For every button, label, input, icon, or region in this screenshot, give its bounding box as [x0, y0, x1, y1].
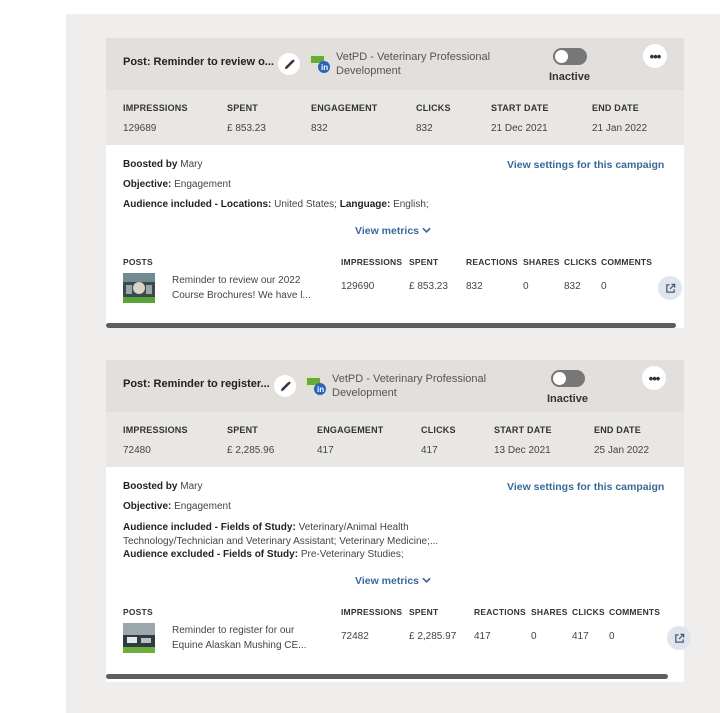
- column-header: CLICKS: [572, 607, 605, 617]
- stat-label: END DATE: [592, 103, 639, 113]
- column-header: SHARES: [523, 257, 560, 267]
- edit-button[interactable]: [274, 375, 296, 397]
- stat-label: SPENT: [227, 425, 259, 435]
- column-header: IMPRESSIONS: [341, 607, 403, 617]
- campaign-status-toggle[interactable]: [551, 370, 585, 387]
- boosted-by: Boosted by Mary: [123, 159, 203, 170]
- stat-value: 21 Jan 2022: [592, 123, 648, 134]
- column-header: COMMENTS: [609, 607, 661, 617]
- stat-label: ENGAGEMENT: [317, 425, 384, 435]
- stat-label: END DATE: [594, 425, 641, 435]
- stat-value: 129689: [123, 123, 157, 134]
- stat-label: IMPRESSIONS: [123, 425, 188, 435]
- organization-name: VetPD - Veterinary Professional Developm…: [336, 51, 491, 77]
- objective: Objective: Engagement: [123, 179, 231, 190]
- stat-value: 417: [421, 445, 438, 456]
- post-comments: 0: [601, 281, 607, 292]
- view-metrics-button[interactable]: View metrics: [355, 575, 431, 587]
- campaign-card: Post: Reminder to register... in VetPD -…: [106, 360, 691, 682]
- stat-value: 832: [416, 123, 433, 134]
- stat-label: SPENT: [227, 103, 259, 113]
- post-spent: £ 2,285.97: [409, 631, 457, 642]
- stat-value: £ 853.23: [227, 123, 266, 134]
- campaign-card: Post: Reminder to review o... in VetPD -…: [106, 38, 684, 328]
- campaign-header: Post: Reminder to register... in VetPD -…: [106, 360, 684, 412]
- pencil-icon: [284, 58, 295, 69]
- status-label: Inactive: [547, 393, 588, 405]
- column-header: POSTS: [123, 257, 153, 267]
- post-shares: 0: [531, 631, 537, 642]
- objective: Objective: Engagement: [123, 501, 231, 512]
- post-thumbnail[interactable]: [123, 623, 155, 653]
- stat-value: 72480: [123, 445, 151, 456]
- view-settings-link[interactable]: View settings for this campaign: [507, 159, 664, 171]
- column-header: COMMENTS: [601, 257, 653, 267]
- campaign-title[interactable]: Post: Reminder to register...: [123, 378, 270, 390]
- stat-label: CLICKS: [416, 103, 451, 113]
- column-header: SHARES: [531, 607, 568, 617]
- stat-label: ENGAGEMENT: [311, 103, 378, 113]
- column-header: CLICKS: [564, 257, 597, 267]
- post-impressions: 72482: [341, 631, 369, 642]
- horizontal-scrollbar[interactable]: [106, 323, 676, 328]
- post-spent: £ 853.23: [409, 281, 448, 292]
- pencil-icon: [280, 380, 291, 391]
- linkedin-icon: in: [309, 54, 330, 73]
- post-thumbnail[interactable]: [123, 273, 155, 303]
- organization-name: VetPD - Veterinary Professional Developm…: [332, 373, 487, 399]
- stat-value: 13 Dec 2021: [494, 445, 551, 456]
- post-comments: 0: [609, 631, 615, 642]
- external-link-icon[interactable]: [667, 626, 691, 650]
- boosted-by: Boosted by Mary: [123, 481, 203, 492]
- svg-text:in: in: [317, 385, 324, 394]
- horizontal-scrollbar[interactable]: [106, 674, 668, 679]
- post-text[interactable]: Reminder to review our 2022 Course Broch…: [172, 273, 311, 303]
- more-options-icon[interactable]: •••: [643, 44, 667, 68]
- stat-value: 417: [317, 445, 334, 456]
- stat-label: IMPRESSIONS: [123, 103, 188, 113]
- audience-included: Audience included - Fields of Study: Vet…: [123, 522, 439, 547]
- audience-included: Audience included - Locations: United St…: [123, 199, 429, 210]
- stat-value: 25 Jan 2022: [594, 445, 650, 456]
- column-header: POSTS: [123, 607, 153, 617]
- view-settings-link[interactable]: View settings for this campaign: [507, 481, 664, 493]
- campaign-stats: IMPRESSIONS 129689 SPENT £ 853.23 ENGAGE…: [106, 90, 684, 145]
- more-options-icon[interactable]: •••: [642, 366, 666, 390]
- post-text[interactable]: Reminder to register for our Equine Alas…: [172, 623, 307, 653]
- stat-value: 832: [311, 123, 328, 134]
- post-shares: 0: [523, 281, 529, 292]
- view-metrics-button[interactable]: View metrics: [355, 225, 431, 237]
- column-header: SPENT: [409, 257, 439, 267]
- view-metrics-label: View metrics: [355, 575, 420, 587]
- column-header: SPENT: [409, 607, 439, 617]
- post-impressions: 129690: [341, 281, 375, 292]
- status-label: Inactive: [549, 71, 590, 83]
- stat-value: 21 Dec 2021: [491, 123, 548, 134]
- column-header: IMPRESSIONS: [341, 257, 403, 267]
- post-reactions: 832: [466, 281, 483, 292]
- campaign-title[interactable]: Post: Reminder to review o...: [123, 56, 274, 68]
- stat-label: CLICKS: [421, 425, 456, 435]
- linkedin-icon: in: [305, 376, 326, 395]
- column-header: REACTIONS: [466, 257, 518, 267]
- stat-label: START DATE: [494, 425, 552, 435]
- stat-label: START DATE: [491, 103, 549, 113]
- post-reactions: 417: [474, 631, 491, 642]
- external-link-icon[interactable]: [658, 276, 682, 300]
- campaign-stats: IMPRESSIONS 72480 SPENT £ 2,285.96 ENGAG…: [106, 412, 684, 467]
- audience-excluded: Audience excluded - Fields of Study: Pre…: [123, 549, 404, 560]
- stat-value: £ 2,285.96: [227, 445, 275, 456]
- edit-button[interactable]: [278, 53, 300, 75]
- column-header: REACTIONS: [474, 607, 526, 617]
- post-clicks: 832: [564, 281, 581, 292]
- chevron-down-icon: [422, 577, 431, 583]
- chevron-down-icon: [422, 227, 431, 233]
- campaign-header: Post: Reminder to review o... in VetPD -…: [106, 38, 684, 90]
- svg-text:in: in: [321, 63, 328, 72]
- post-clicks: 417: [572, 631, 589, 642]
- campaign-status-toggle[interactable]: [553, 48, 587, 65]
- view-metrics-label: View metrics: [355, 225, 420, 237]
